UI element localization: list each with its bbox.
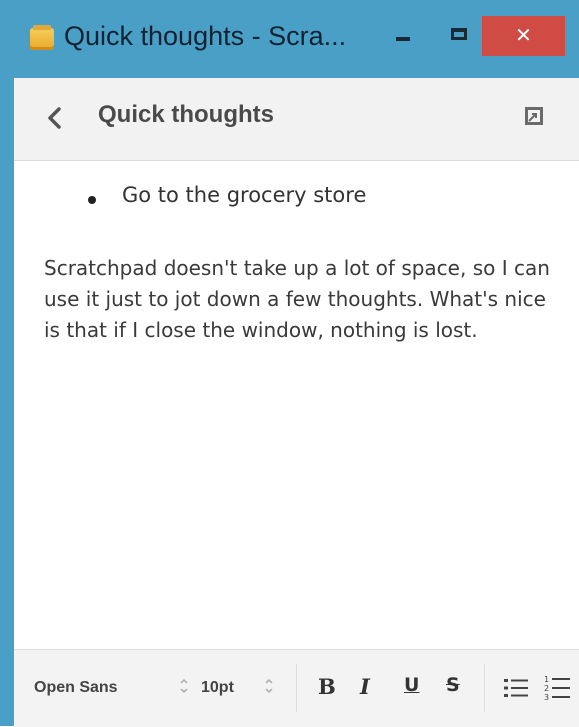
bullet-icon bbox=[88, 196, 96, 204]
up-down-arrows-icon bbox=[180, 678, 188, 694]
bullet-list-icon bbox=[504, 679, 528, 697]
minimize-icon bbox=[396, 37, 410, 41]
italic-button[interactable]: I bbox=[360, 674, 370, 699]
format-toolbar: Open Sans 10pt B I U S 1 2 3 bbox=[14, 649, 579, 727]
minimize-button[interactable] bbox=[382, 16, 428, 60]
note-paragraph[interactable]: Scratchpad doesn't take up a lot of spac… bbox=[44, 253, 564, 346]
svg-text:2: 2 bbox=[544, 684, 549, 693]
title-bar[interactable]: Quick thoughts - Scra... ✕ bbox=[0, 0, 579, 78]
svg-text:1: 1 bbox=[544, 675, 549, 684]
numbered-list-icon: 1 2 3 bbox=[544, 675, 570, 702]
app-content: Quick thoughts Go to the grocery store S… bbox=[14, 78, 579, 727]
font-size-stepper-icon[interactable] bbox=[264, 677, 274, 696]
toolbar-divider bbox=[296, 664, 297, 712]
bullet-text: Go to the grocery store bbox=[122, 183, 367, 207]
window-title: Quick thoughts - Scra... bbox=[64, 21, 347, 51]
back-button[interactable] bbox=[40, 98, 70, 138]
popout-icon bbox=[525, 107, 543, 125]
popout-button[interactable] bbox=[524, 106, 544, 126]
close-icon: ✕ bbox=[515, 23, 532, 47]
scratchpad-window: Quick thoughts - Scra... ✕ Quick thought… bbox=[0, 0, 579, 727]
strikethrough-button[interactable]: S bbox=[446, 674, 460, 696]
scratchpad-app-icon bbox=[30, 25, 54, 50]
maximize-icon bbox=[451, 28, 467, 40]
note-header: Quick thoughts bbox=[14, 78, 579, 161]
font-family-stepper-icon[interactable] bbox=[179, 677, 189, 696]
bullet-list-button[interactable] bbox=[504, 677, 528, 699]
numbered-list-button[interactable]: 1 2 3 bbox=[544, 674, 570, 702]
maximize-button[interactable] bbox=[438, 16, 484, 60]
font-family-select[interactable]: Open Sans bbox=[34, 679, 118, 697]
svg-text:3: 3 bbox=[544, 693, 549, 702]
chevron-left-icon bbox=[48, 107, 61, 129]
underline-button[interactable]: U bbox=[404, 674, 419, 696]
toolbar-divider bbox=[484, 664, 485, 712]
close-button[interactable]: ✕ bbox=[482, 16, 565, 56]
font-size-select[interactable]: 10pt bbox=[201, 679, 234, 697]
bold-button[interactable]: B bbox=[318, 674, 336, 699]
note-editor[interactable]: Go to the grocery store Scratchpad doesn… bbox=[14, 161, 579, 649]
up-down-arrows-icon bbox=[265, 678, 273, 694]
note-title: Quick thoughts bbox=[98, 101, 274, 128]
